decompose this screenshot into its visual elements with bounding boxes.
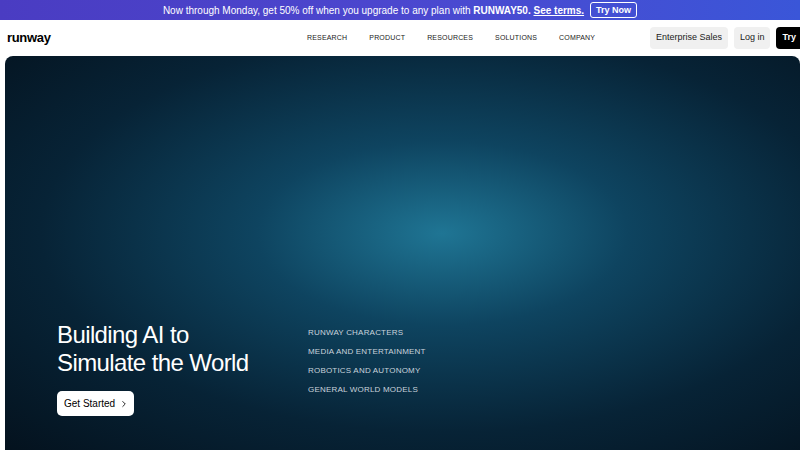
get-started-button[interactable]: Get Started (57, 391, 134, 416)
hero-left: Building AI toSimulate the World Get Star… (57, 321, 308, 416)
promo-banner: Now through Monday, get 50% off when you… (0, 0, 800, 20)
hero-links: RUNWAY CHARACTERS MEDIA AND ENTERTAINMENT… (308, 321, 426, 395)
promo-text: Now through Monday, get 50% off when you… (163, 3, 584, 18)
nav-link[interactable]: PRODUCT (369, 33, 405, 44)
top-nav: runwayRESEARCH PRODUCT RESOURCES SOLUTIONS C… (0, 20, 800, 56)
nav-actions: Enterprise Sales Log inTry (650, 27, 800, 49)
nav-link[interactable]: RESEARCH (307, 33, 347, 44)
nav-action-button[interactable]: Enterprise Sales (650, 27, 728, 49)
hero-link[interactable]: MEDIA AND ENTERTAINMENT (308, 346, 426, 357)
chevron-right-icon (119, 399, 129, 409)
hero-content: Building AI toSimulate the World Get Star… (57, 321, 800, 416)
try-button[interactable]: Try (776, 27, 800, 49)
hero: Building AI toSimulate the World Get Star… (5, 56, 800, 450)
see-terms-link[interactable]: See terms. (534, 5, 585, 16)
hero-link[interactable]: GENERAL WORLD MODELS (308, 384, 426, 395)
nav-link[interactable]: SOLUTIONS (495, 33, 537, 44)
nav-action-button[interactable]: Log in (734, 27, 771, 49)
hero-link[interactable]: ROBOTICS AND AUTONOMY (308, 365, 426, 376)
hero-title: Building AI toSimulate the World (57, 321, 249, 377)
nav-link[interactable]: RESOURCES (427, 33, 473, 44)
try-now-button[interactable]: Try Now (590, 2, 637, 18)
page: Now through Monday, get 50% off when you… (0, 0, 800, 450)
nav-links: RESEARCH PRODUCT RESOURCES SOLUTIONS COMPANY (307, 33, 595, 44)
hero-link[interactable]: RUNWAY CHARACTERS (308, 327, 426, 338)
logo[interactable]: runway (7, 28, 307, 48)
nav-link[interactable]: COMPANY (559, 33, 595, 44)
